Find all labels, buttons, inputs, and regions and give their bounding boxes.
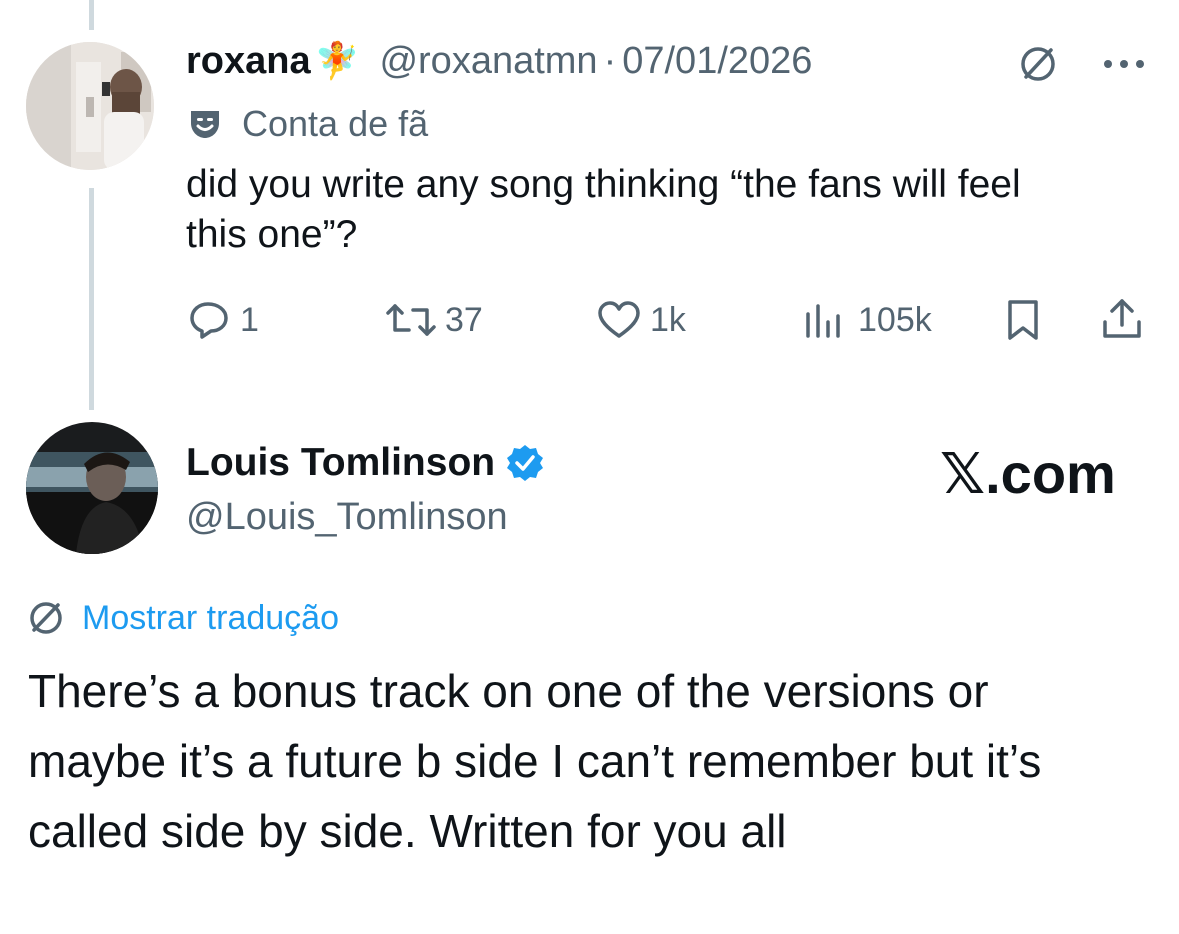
fan-account-text: Conta de fã [242, 103, 429, 144]
fan-account-label: Conta de fã [188, 104, 428, 144]
show-translation-text[interactable]: Mostrar tradução [82, 598, 339, 638]
reply-action[interactable]: 1 [188, 300, 259, 340]
main-handle[interactable]: @Louis_Tomlinson [186, 494, 508, 540]
thread-line [89, 188, 94, 410]
heart-icon [596, 300, 642, 340]
avatar-photo-icon [26, 422, 158, 554]
reply-separator: · [603, 40, 617, 82]
views-action[interactable]: 105k [800, 300, 932, 340]
analytics-icon [800, 300, 850, 340]
repost-count: 37 [445, 300, 483, 339]
reply-handle[interactable]: @roxanatmn [379, 38, 597, 84]
translate-icon[interactable] [1018, 44, 1058, 84]
views-count: 105k [858, 300, 932, 339]
reply-count: 1 [240, 300, 259, 339]
main-avatar[interactable] [26, 422, 158, 554]
reply-text: did you write any song thinking “the fan… [186, 163, 1021, 256]
like-action[interactable]: 1k [596, 300, 686, 340]
reply-display-name[interactable]: roxana [186, 38, 311, 84]
fairy-emoji-icon: 🧚 [314, 40, 360, 81]
main-name-row: Louis Tomlinson [186, 440, 545, 486]
bookmark-icon[interactable] [1003, 298, 1043, 342]
show-translation[interactable]: Mostrar tradução [26, 598, 339, 638]
share-icon[interactable] [1099, 296, 1145, 342]
translate-icon [26, 598, 66, 638]
repost-icon [385, 300, 437, 340]
main-display-name[interactable]: Louis Tomlinson [186, 440, 495, 486]
reply-avatar[interactable] [26, 42, 154, 170]
like-count: 1k [650, 300, 686, 339]
reply-header: roxana 🧚 @roxanatmn · 07/01/2026 [186, 38, 812, 84]
thread-line-top [89, 0, 94, 30]
reply-date[interactable]: 07/01/2026 [622, 38, 812, 84]
theater-masks-icon [188, 108, 222, 140]
x-com-watermark: 𝕏.com [940, 442, 1116, 505]
main-tweet-text: There’s a bonus track on one of the vers… [28, 665, 1042, 857]
avatar-photo-icon [26, 42, 154, 170]
more-options-icon[interactable] [1102, 58, 1146, 70]
verified-badge-icon[interactable] [505, 443, 545, 483]
repost-action[interactable]: 37 [385, 300, 483, 340]
reply-icon [188, 300, 232, 340]
